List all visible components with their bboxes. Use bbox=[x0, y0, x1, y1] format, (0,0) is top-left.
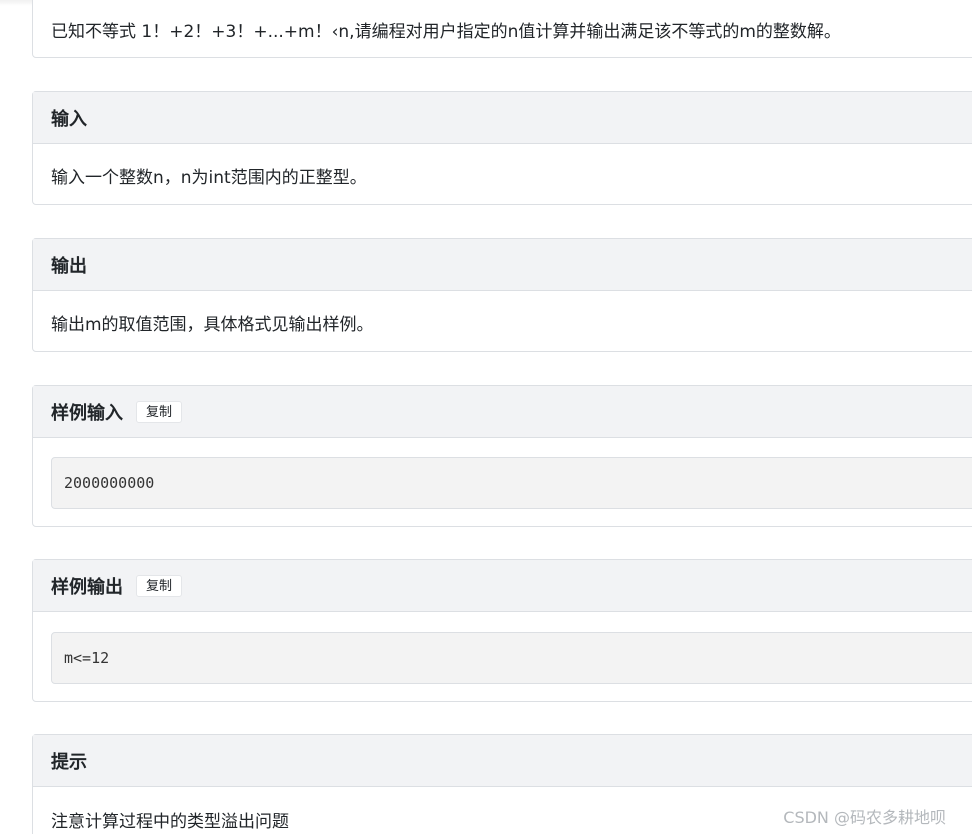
input-title: 输入 bbox=[51, 108, 87, 130]
input-body: 输入一个整数n，n为int范围内的正整型。 bbox=[33, 144, 972, 188]
input-text: 输入一个整数n，n为int范围内的正整型。 bbox=[51, 168, 367, 188]
output-card-header: 输出 bbox=[33, 239, 972, 291]
sample-input-code-text: 2000000000 bbox=[64, 474, 155, 492]
sample-output-card: 样例输出 复制 m<=12 bbox=[32, 559, 972, 702]
sample-input-copy-button[interactable]: 复制 bbox=[136, 400, 183, 423]
sample-input-header: 样例输入 复制 bbox=[33, 386, 972, 438]
sample-output-copy-button[interactable]: 复制 bbox=[136, 574, 183, 597]
input-card: 输入 输入一个整数n，n为int范围内的正整型。 bbox=[32, 91, 972, 205]
problem-page: 已知不等式 1！+2！+3！+...+m！‹n,请编程对用户指定的n值计算并输出… bbox=[0, 0, 972, 834]
csdn-watermark: CSDN @码农多耕地呗 bbox=[783, 808, 946, 827]
sample-input-card: 样例输入 复制 2000000000 bbox=[32, 385, 972, 527]
sample-input-code[interactable]: 2000000000 bbox=[51, 457, 972, 509]
hint-text: 注意计算过程中的类型溢出问题 bbox=[51, 812, 289, 832]
sample-output-code-text: m<=12 bbox=[64, 649, 110, 667]
sample-output-code[interactable]: m<=12 bbox=[51, 632, 972, 684]
hint-card-header: 提示 bbox=[33, 735, 972, 787]
sample-output-header: 样例输出 复制 bbox=[33, 560, 972, 612]
output-card: 输出 输出m的取值范围，具体格式见输出样例。 bbox=[32, 238, 972, 352]
description-body: 已知不等式 1！+2！+3！+...+m！‹n,请编程对用户指定的n值计算并输出… bbox=[33, 0, 972, 42]
hint-title: 提示 bbox=[51, 751, 87, 773]
sample-output-title: 样例输出 bbox=[51, 576, 123, 598]
output-text: 输出m的取值范围，具体格式见输出样例。 bbox=[51, 315, 374, 335]
description-text: 已知不等式 1！+2！+3！+...+m！‹n,请编程对用户指定的n值计算并输出… bbox=[51, 22, 841, 42]
sample-input-title: 样例输入 bbox=[51, 402, 123, 424]
output-title: 输出 bbox=[51, 255, 87, 277]
output-body: 输出m的取值范围，具体格式见输出样例。 bbox=[33, 291, 972, 335]
description-card: 已知不等式 1！+2！+3！+...+m！‹n,请编程对用户指定的n值计算并输出… bbox=[32, 0, 972, 58]
input-card-header: 输入 bbox=[33, 92, 972, 144]
